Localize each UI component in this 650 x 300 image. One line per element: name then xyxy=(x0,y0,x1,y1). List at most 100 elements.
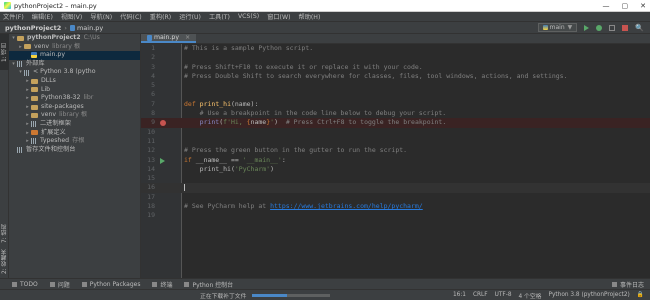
chevron-right-icon[interactable]: ▸ xyxy=(25,120,30,129)
line-number[interactable]: 3 xyxy=(141,63,155,72)
tool-tab-terminal[interactable]: 终端 xyxy=(152,280,172,289)
code-line[interactable]: 10 xyxy=(141,128,650,137)
chevron-down-icon[interactable]: ▾ xyxy=(11,34,16,43)
line-number[interactable]: 14 xyxy=(141,165,155,174)
file-encoding[interactable]: UTF-8 xyxy=(495,292,512,298)
code-line[interactable]: 5 xyxy=(141,81,650,90)
chevron-right-icon[interactable]: ▸ xyxy=(25,137,30,146)
menu-view[interactable]: 视图(V) xyxy=(61,12,82,21)
line-number[interactable]: 4 xyxy=(141,72,155,81)
code-line[interactable]: 9 print(f'Hi, {name}') # Press Ctrl+F8 t… xyxy=(141,118,650,128)
line-number[interactable]: 17 xyxy=(141,193,155,202)
tool-tab-favorites[interactable]: 2: 收藏夹 xyxy=(0,248,9,276)
menu-code[interactable]: 代码(C) xyxy=(120,12,142,21)
tree-item[interactable]: main.py xyxy=(9,51,140,60)
caret-position[interactable]: 16:1 xyxy=(453,292,466,298)
line-number[interactable]: 18 xyxy=(141,202,155,211)
menu-window[interactable]: 窗口(W) xyxy=(267,12,290,21)
editor-tab-main-py[interactable]: main.py × xyxy=(141,34,197,43)
chevron-right-icon[interactable]: ▸ xyxy=(18,43,23,52)
code-editor[interactable]: 1 # This is a sample Python script. 2 3 # Pr… xyxy=(141,44,650,221)
code-line[interactable]: 11 xyxy=(141,137,650,146)
tool-tab-event-log[interactable]: 事件日志 xyxy=(611,280,644,289)
line-number[interactable]: 10 xyxy=(141,128,155,137)
menu-navigate[interactable]: 导航(N) xyxy=(90,12,112,21)
code-text[interactable]: # See PyCharm help at https://www.jetbra… xyxy=(184,202,423,211)
coverage-icon[interactable] xyxy=(609,24,616,31)
chevron-right-icon[interactable]: ▸ xyxy=(25,111,30,120)
menu-run[interactable]: 运行(U) xyxy=(179,12,201,21)
code-text[interactable]: # This is a sample Python script. xyxy=(184,44,313,53)
menu-help[interactable]: 帮助(H) xyxy=(299,12,321,21)
code-line[interactable]: 8 # Use a breakpoint in the code line be… xyxy=(141,109,650,118)
chevron-down-icon[interactable]: ▾ xyxy=(18,68,23,77)
indent-setting[interactable]: 4 个空格 xyxy=(519,291,542,300)
line-number[interactable]: 6 xyxy=(141,90,155,99)
code-text[interactable] xyxy=(184,183,185,192)
menu-tools[interactable]: 工具(T) xyxy=(209,12,230,21)
code-line[interactable]: 1 # This is a sample Python script. xyxy=(141,44,650,53)
breadcrumb-project[interactable]: pythonProject2 xyxy=(5,24,61,32)
tree-item[interactable]: ▸ Python38-32 libr xyxy=(9,94,140,103)
python-interpreter[interactable]: Python 3.8 (pythonProject2) xyxy=(548,292,629,298)
tree-item[interactable]: ▾ < Python 3.8 (pytho xyxy=(9,68,140,77)
tool-tab-problems[interactable]: 问题 xyxy=(49,280,70,289)
menu-file[interactable]: 文件(F) xyxy=(3,12,24,21)
code-text[interactable]: # Press the green button in the gutter t… xyxy=(184,146,407,155)
code-line[interactable]: 13 if __name__ == '__main__': xyxy=(141,156,650,165)
stop-icon[interactable] xyxy=(622,24,629,31)
line-number[interactable]: 7 xyxy=(141,100,155,109)
chevron-down-icon[interactable]: ▾ xyxy=(11,60,16,69)
code-line[interactable]: 3 # Press Shift+F10 to execute it or repl… xyxy=(141,63,650,72)
code-line[interactable]: 4 # Press Double Shift to search everywhe… xyxy=(141,72,650,81)
code-text[interactable]: # Use a breakpoint in the code line belo… xyxy=(184,109,447,118)
code-line[interactable]: 6 xyxy=(141,90,650,99)
tree-item[interactable]: ▸ 扩展定义 xyxy=(9,129,140,138)
tree-item[interactable]: ▸ 二进制框架 xyxy=(9,120,140,129)
code-line[interactable]: 17 xyxy=(141,193,650,202)
tool-tab-project[interactable]: 1: 项目 xyxy=(0,34,9,70)
line-number[interactable]: 2 xyxy=(141,53,155,62)
line-number[interactable]: 13 xyxy=(141,156,155,165)
code-text[interactable]: # Press Double Shift to search everywher… xyxy=(184,72,568,81)
code-text[interactable]: if __name__ == '__main__': xyxy=(184,156,286,165)
close-tab-icon[interactable]: × xyxy=(185,34,190,41)
code-line[interactable]: 2 xyxy=(141,53,650,62)
chevron-right-icon[interactable]: ▸ xyxy=(25,86,30,95)
line-separator[interactable]: CRLF xyxy=(473,292,488,298)
code-line[interactable]: 18 # See PyCharm help at https://www.jetb… xyxy=(141,202,650,211)
line-number[interactable]: 1 xyxy=(141,44,155,53)
line-number[interactable]: 11 xyxy=(141,137,155,146)
menu-refactor[interactable]: 重构(R) xyxy=(150,12,172,21)
tree-item[interactable]: ▸ venv library 根 xyxy=(9,43,140,52)
minimize-button[interactable]: — xyxy=(603,2,610,10)
code-text[interactable]: print(f'Hi, {name}') # Press Ctrl+F8 to … xyxy=(184,118,447,127)
breadcrumb-file[interactable]: main.py xyxy=(77,24,103,32)
chevron-right-icon[interactable]: ▸ xyxy=(25,94,30,103)
code-line[interactable]: 12 # Press the green button in the gutter… xyxy=(141,146,650,155)
code-line[interactable]: 14 print_hi('PyCharm') xyxy=(141,165,650,174)
tree-item[interactable]: 暂存文件和控制台 xyxy=(9,146,140,155)
line-number[interactable]: 5 xyxy=(141,81,155,90)
close-window-button[interactable]: ✕ xyxy=(640,2,646,10)
line-number[interactable]: 12 xyxy=(141,146,155,155)
lock-icon[interactable]: 🔒 xyxy=(637,292,644,298)
tree-item[interactable]: ▸ Lib xyxy=(9,86,140,95)
code-line[interactable]: 19 xyxy=(141,211,650,220)
search-icon[interactable]: 🔍 xyxy=(635,24,644,32)
line-number[interactable]: 16 xyxy=(141,183,155,192)
tree-item[interactable]: ▸ venv library 根 xyxy=(9,111,140,120)
menu-edit[interactable]: 编辑(E) xyxy=(32,12,53,21)
line-number[interactable]: 15 xyxy=(141,174,155,183)
chevron-right-icon[interactable]: ▸ xyxy=(25,129,30,138)
run-icon[interactable] xyxy=(584,24,590,31)
debug-icon[interactable] xyxy=(596,24,603,31)
code-text[interactable]: print_hi('PyCharm') xyxy=(184,165,274,174)
menu-vcs[interactable]: VCS(S) xyxy=(238,13,259,20)
status-message[interactable]: 正在下载补丁文件 xyxy=(200,291,246,300)
line-number[interactable]: 9 xyxy=(141,118,155,127)
run-configuration-select[interactable]: main ▼ xyxy=(537,23,578,32)
line-number[interactable]: 8 xyxy=(141,109,155,118)
tree-item[interactable]: ▸ Typeshed 存根 xyxy=(9,137,140,146)
tree-item[interactable]: ▸ DLLs xyxy=(9,77,140,86)
